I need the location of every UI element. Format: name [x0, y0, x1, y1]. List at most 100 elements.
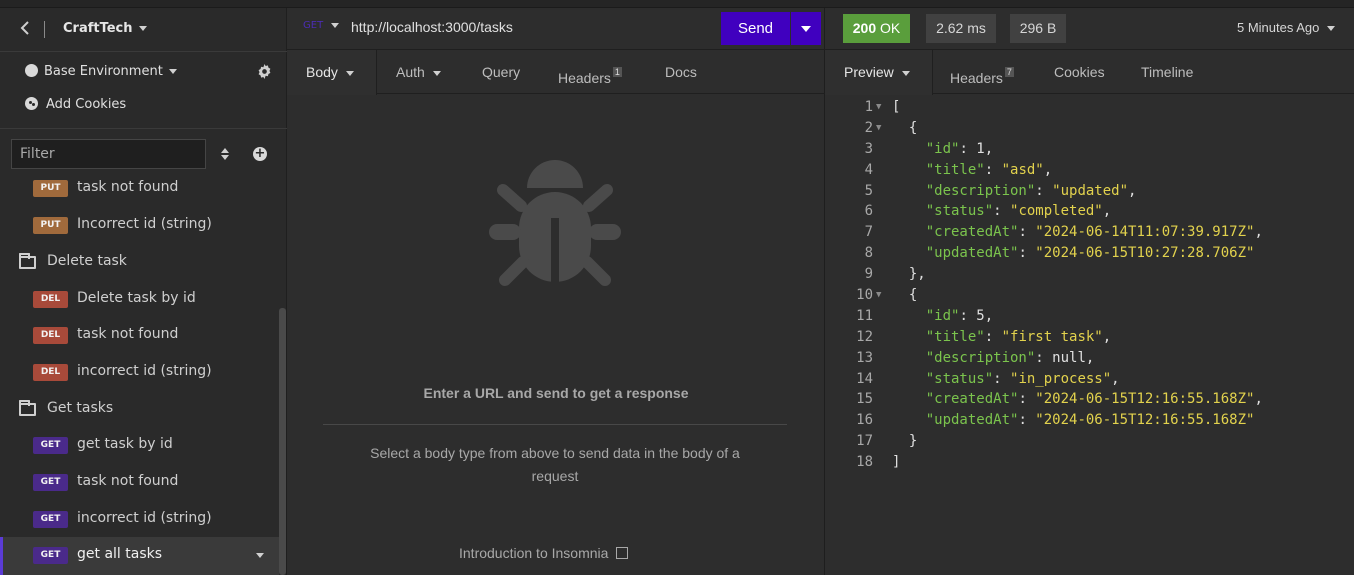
- response-history-selector[interactable]: 5 Minutes Ago: [1237, 20, 1336, 35]
- sidebar-request-item[interactable]: PUT task not found: [0, 170, 279, 206]
- code-line: 8 "updatedAt": "2024-06-15T10:27:28.706Z…: [825, 243, 1354, 264]
- fold-toggle-icon[interactable]: ▼: [876, 118, 881, 139]
- request-label: incorrect id (string): [77, 363, 212, 379]
- folder-icon: [19, 400, 36, 416]
- tab-label: Preview: [844, 64, 894, 80]
- request-label: get task by id: [77, 436, 173, 452]
- request-label: get all tasks: [77, 546, 163, 562]
- sidebar-request-item[interactable]: GET task not found: [0, 464, 279, 500]
- add-icon[interactable]: +: [253, 147, 267, 161]
- chevron-left-icon[interactable]: [14, 19, 36, 41]
- response-tabs: Preview Headers 7 Cookies Timeline: [825, 50, 1354, 95]
- add-cookies-button[interactable]: Add Cookies: [25, 97, 126, 112]
- response-json-viewer[interactable]: 1 ▼[2 ▼ {3 "id": 1, 4 "title": "asd", 5 "des…: [825, 97, 1354, 473]
- tab-query[interactable]: Query: [482, 50, 520, 94]
- sidebar-request-item[interactable]: DEL task not found: [0, 317, 279, 353]
- tab-body[interactable]: Body: [287, 50, 377, 95]
- method-badge: GET: [33, 474, 68, 491]
- send-options-button[interactable]: [791, 12, 821, 45]
- code-line: 18]: [825, 452, 1354, 473]
- project-name: CraftTech: [63, 21, 133, 36]
- filter-input[interactable]: [11, 139, 206, 169]
- intro-insomnia-link[interactable]: Introduction to Insomnia: [459, 545, 629, 561]
- chevron-down-icon: [801, 26, 811, 32]
- line-number: 2: [864, 119, 873, 136]
- sidebar-request-item[interactable]: DEL incorrect id (string): [0, 354, 279, 390]
- line-number: 4: [864, 161, 873, 178]
- response-age: 5 Minutes Ago: [1237, 20, 1320, 35]
- line-number: 10: [856, 287, 873, 304]
- code-line: 4 "title": "asd",: [825, 160, 1354, 181]
- tab-label: Body: [306, 64, 338, 80]
- line-number: 8: [864, 245, 873, 262]
- environment-name: Base Environment: [44, 64, 163, 79]
- code-line: 16 "updatedAt": "2024-06-15T12:16:55.168…: [825, 410, 1354, 431]
- request-label: task not found: [77, 326, 179, 342]
- code-line: 1 ▼ [: [825, 97, 1354, 118]
- gear-icon[interactable]: [256, 64, 272, 80]
- request-tree: PUT task not found PUT Incorrect id (str…: [0, 170, 279, 575]
- line-number: 1: [864, 99, 873, 115]
- chevron-down-icon: [901, 70, 910, 76]
- method-badge: GET: [33, 511, 68, 528]
- headers-count-badge: 1: [612, 67, 622, 77]
- fold-toggle-icon[interactable]: ▼: [876, 285, 881, 306]
- code-text: "id": 1,: [925, 140, 994, 157]
- code-line: 2 ▼ {: [825, 118, 1354, 139]
- environment-dot-icon: [25, 64, 38, 77]
- project-selector[interactable]: CraftTech: [63, 21, 147, 36]
- headers-count-badge: 7: [1004, 67, 1014, 77]
- tab-cookies[interactable]: Cookies: [1054, 50, 1105, 94]
- tab-label: Headers: [558, 70, 611, 86]
- empty-state-divider: [323, 424, 787, 425]
- tab-label: Headers: [950, 70, 1003, 86]
- url-input[interactable]: http://localhost:3000/tasks: [351, 19, 513, 35]
- sort-icon[interactable]: [218, 146, 232, 162]
- send-button[interactable]: Send: [721, 12, 790, 45]
- line-number: 18: [856, 454, 873, 471]
- sidebar-request-item[interactable]: GET get task by id: [0, 427, 279, 463]
- chevron-down-icon: [345, 70, 354, 76]
- method-badge: PUT: [33, 180, 68, 197]
- tab-docs[interactable]: Docs: [665, 50, 697, 94]
- response-pane: 200 OK 2.62 ms 296 B 5 Minutes Ago Previ…: [825, 0, 1354, 575]
- request-label: task not found: [77, 473, 179, 489]
- environment-selector[interactable]: Base Environment: [25, 64, 177, 82]
- code-text: }: [892, 433, 918, 450]
- sidebar-request-item[interactable]: DEL Delete task by id: [0, 281, 279, 317]
- tab-label: Docs: [665, 64, 697, 80]
- line-number: 3: [864, 140, 873, 157]
- method-badge: DEL: [33, 327, 68, 344]
- request-label: incorrect id (string): [77, 510, 212, 526]
- tab-response-headers[interactable]: Headers 7: [950, 50, 1014, 94]
- sidebar-scrollbar-thumb[interactable]: [279, 308, 286, 575]
- fold-toggle-icon[interactable]: ▼: [876, 97, 881, 118]
- code-line: 10 ▼ {: [825, 285, 1354, 306]
- empty-state-description: Select a body type from above to send da…: [370, 445, 740, 484]
- external-link-icon: [616, 547, 629, 559]
- tab-headers[interactable]: Headers 1: [558, 50, 622, 94]
- code-line: 17 }: [825, 431, 1354, 452]
- line-number: 12: [856, 328, 873, 345]
- line-number: 6: [864, 203, 873, 220]
- tab-auth[interactable]: Auth: [396, 50, 441, 94]
- code-text: "id": 5,: [925, 307, 994, 324]
- sidebar-folder-item[interactable]: Delete task: [0, 244, 279, 280]
- code-line: 12 "title": "first task",: [825, 327, 1354, 348]
- sidebar-request-item[interactable]: GET incorrect id (string): [0, 501, 279, 537]
- tab-label: Timeline: [1141, 64, 1194, 80]
- tab-timeline[interactable]: Timeline: [1141, 50, 1193, 94]
- sidebar-request-item-active[interactable]: GET get all tasks: [0, 537, 279, 575]
- sidebar-request-item[interactable]: PUT Incorrect id (string): [0, 207, 279, 243]
- method-selector[interactable]: GET: [303, 20, 340, 31]
- chevron-down-icon[interactable]: [256, 553, 264, 558]
- folder-label: Delete task: [47, 253, 127, 269]
- line-number: 5: [864, 182, 873, 199]
- method-badge: DEL: [33, 291, 68, 308]
- response-status-bar: 200 OK 2.62 ms 296 B 5 Minutes Ago: [825, 9, 1354, 50]
- tab-preview[interactable]: Preview: [825, 50, 933, 95]
- code-text: },: [892, 266, 926, 283]
- code-line: 3 "id": 1,: [825, 139, 1354, 160]
- sidebar-folder-item[interactable]: Get tasks: [0, 391, 279, 427]
- code-line: 9 },: [825, 264, 1354, 285]
